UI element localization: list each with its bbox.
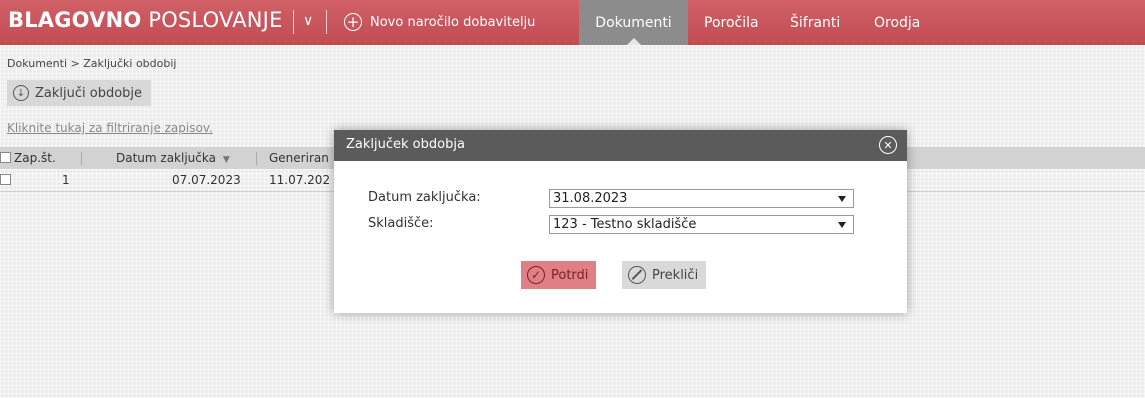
warehouse-select[interactable]: 123 - Testno skladišče	[549, 215, 854, 234]
nav-tab-dokumenti[interactable]: Dokumenti	[579, 0, 688, 45]
download-circle-icon: ↓	[13, 85, 29, 101]
dialog-title: Zaključek obdobja	[346, 137, 465, 152]
nav-tab-label: Šifranti	[790, 14, 841, 31]
warehouse-value: 123 - Testno skladišče	[553, 217, 697, 232]
row-checkbox[interactable]	[0, 174, 11, 185]
top-bar: BLAGOVNO POSLOVANJE ∨ + Novo naročilo do…	[0, 0, 1145, 45]
date-value: 31.08.2023	[553, 191, 628, 206]
column-header-generated[interactable]: Generiran	[269, 151, 329, 165]
active-caret	[626, 38, 641, 45]
column-header-date[interactable]: Datum zaključka ▼	[116, 151, 230, 165]
chevron-down-icon	[838, 222, 846, 228]
brand-thin: POSLOVANJE	[148, 8, 283, 32]
close-period-label: Zaključi obdobje	[35, 85, 143, 101]
cell-num: 1	[62, 173, 70, 187]
brand-bold: BLAGOVNO	[8, 8, 142, 32]
breadcrumb: Dokumenti > Zaključki obdobij	[7, 57, 177, 70]
new-order-label: Novo naročilo dobavitelju	[370, 14, 536, 30]
column-divider	[81, 152, 82, 165]
nav-tab-label: Poročila	[704, 14, 759, 31]
cancel-label: Prekliči	[652, 267, 699, 283]
plus-circle-icon: +	[344, 13, 362, 31]
nav-tab-sifranti[interactable]: Šifranti	[790, 0, 840, 45]
nav-tab-label: Dokumenti	[595, 14, 672, 31]
chevron-down-icon	[838, 196, 846, 202]
filter-link[interactable]: Kliknite tukaj za filtriranje zapisov.	[7, 121, 213, 135]
column-header-label: Datum zaključka	[116, 151, 216, 165]
nav-tab-orodja[interactable]: Orodja	[874, 0, 920, 45]
cell-generated: 11.07.202	[269, 173, 331, 187]
confirm-label: Potrdi	[551, 267, 589, 283]
close-period-button[interactable]: ↓ Zaključi obdobje	[7, 80, 152, 106]
date-select[interactable]: 31.08.2023	[549, 189, 854, 208]
sort-desc-icon: ▼	[222, 155, 230, 165]
app-brand[interactable]: BLAGOVNO POSLOVANJE	[8, 8, 283, 32]
warehouse-label: Skladišče:	[368, 216, 434, 231]
select-all-checkbox[interactable]	[0, 152, 11, 163]
chevron-down-icon[interactable]: ∨	[303, 13, 313, 29]
prohibited-icon	[628, 266, 646, 284]
nav-tab-porocila[interactable]: Poročila	[704, 0, 759, 45]
divider	[326, 10, 327, 34]
cell-date: 07.07.2023	[172, 173, 241, 187]
cancel-button[interactable]: Prekliči	[622, 261, 707, 289]
dialog-header: Zaključek obdobja ✕	[334, 130, 907, 161]
divider	[293, 10, 294, 34]
new-order-button[interactable]: + Novo naročilo dobavitelju	[344, 10, 535, 34]
close-icon[interactable]: ✕	[879, 136, 897, 154]
check-circle-icon: ✓	[527, 266, 545, 284]
close-period-dialog: Zaključek obdobja ✕ Datum zaključka: 31.…	[334, 130, 907, 313]
column-divider	[256, 152, 257, 165]
nav-tab-label: Orodja	[874, 14, 921, 31]
column-header-num[interactable]: Zap.št.	[14, 151, 56, 165]
date-label: Datum zaključka:	[368, 190, 481, 205]
confirm-button[interactable]: ✓ Potrdi	[521, 261, 597, 289]
